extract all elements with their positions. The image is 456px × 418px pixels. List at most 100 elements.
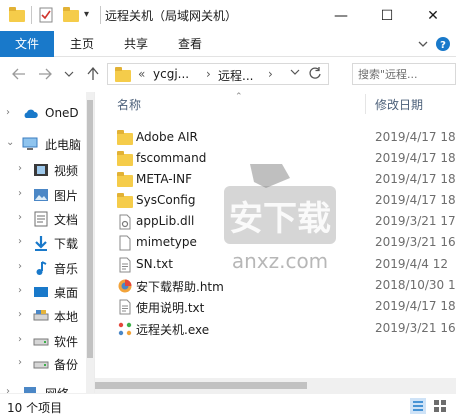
folder-icon[interactable]	[8, 6, 26, 24]
scrollbar-thumb[interactable]	[87, 100, 93, 358]
nav-item-pictures[interactable]: › 图片	[0, 184, 94, 206]
chevron-down-icon[interactable]: ⌄	[6, 137, 14, 148]
nav-item-local-disk[interactable]: › 本地	[0, 305, 94, 327]
file-row[interactable]: META-INF 2019/4/17 18	[95, 170, 456, 190]
file-row[interactable]: 安下载帮助.htm 2018/10/30 18	[95, 276, 456, 296]
chevron-right-icon[interactable]: ›	[18, 285, 22, 296]
tab-home[interactable]: 主页	[62, 31, 102, 57]
chevron-right-icon[interactable]: ›	[18, 163, 22, 174]
chevron-right-icon[interactable]: ›	[206, 67, 211, 81]
breadcrumb-item[interactable]: 远程...	[218, 67, 253, 84]
file-name: 安下载帮助.htm	[136, 280, 224, 294]
details-view-icon[interactable]	[410, 398, 426, 414]
large-icons-view-icon[interactable]	[432, 398, 448, 414]
drive-icon	[33, 308, 49, 324]
tab-view[interactable]: 查看	[170, 31, 210, 57]
nav-item-music[interactable]: › 音乐	[0, 257, 94, 279]
recent-locations-button[interactable]	[60, 65, 78, 83]
scrollbar-thumb[interactable]	[95, 382, 307, 389]
column-separator[interactable]	[365, 94, 366, 114]
nav-item-network[interactable]: › 网络	[0, 382, 94, 393]
nav-scrollbar[interactable]	[86, 92, 94, 393]
network-icon	[22, 385, 38, 393]
chevron-right-icon[interactable]: ›	[18, 236, 22, 247]
chevron-right-icon[interactable]: ›	[18, 212, 22, 223]
nav-item-desktop[interactable]: › 桌面	[0, 281, 94, 303]
column-header-date[interactable]: 修改日期	[375, 96, 423, 113]
back-button[interactable]	[10, 65, 28, 83]
file-list: ⌃ 名称 修改日期 Adobe AIR 2019/4/17 18 fscomma…	[95, 92, 456, 393]
svg-text:?: ?	[440, 40, 446, 51]
file-name: Adobe AIR	[136, 130, 198, 144]
nav-item-videos[interactable]: › 视频	[0, 159, 94, 181]
nav-item-backup-drive[interactable]: › 备份	[0, 353, 94, 375]
app-icon	[117, 321, 133, 337]
chevron-right-icon[interactable]: ›	[18, 188, 22, 199]
nav-item-this-pc[interactable]: ⌄ 此电脑	[0, 133, 94, 155]
search-box	[352, 63, 456, 85]
nav-item-label: 网络	[45, 385, 69, 393]
column-header-name[interactable]: 名称	[117, 96, 141, 113]
file-row[interactable]: SN.txt 2019/4/4 12	[95, 255, 456, 275]
file-date: 2019/3/21 16	[375, 235, 456, 249]
breadcrumb-item[interactable]: ycgj...	[153, 67, 189, 81]
download-icon	[33, 235, 49, 251]
tab-share[interactable]: 共享	[116, 31, 156, 57]
nav-item-onedrive[interactable]: › OneD	[0, 103, 94, 125]
nav-item-label: 文档	[54, 213, 79, 227]
music-icon	[33, 260, 49, 276]
file-row[interactable]: fscommand 2019/4/17 18	[95, 149, 456, 169]
nav-item-downloads[interactable]: › 下载	[0, 232, 94, 254]
chevron-right-icon[interactable]: ›	[6, 107, 10, 118]
up-button[interactable]	[84, 65, 102, 83]
address-dropdown-icon[interactable]	[290, 66, 300, 80]
breadcrumb-overflow[interactable]: «	[138, 67, 145, 81]
nav-item-label: 备份	[54, 358, 79, 372]
address-bar[interactable]: « ycgj... › 远程... ›	[107, 63, 329, 85]
help-icon[interactable]: ?	[434, 35, 452, 53]
minimize-button[interactable]: —	[318, 0, 364, 31]
file-row[interactable]: mimetype 2019/3/21 16	[95, 233, 456, 253]
maximize-button[interactable]: ☐	[364, 0, 410, 31]
close-button[interactable]: ✕	[410, 0, 456, 31]
file-name: appLib.dll	[136, 214, 195, 228]
sort-arrow-icon: ⌃	[235, 92, 243, 102]
properties-icon[interactable]	[38, 6, 54, 24]
refresh-icon[interactable]	[308, 66, 322, 83]
dll-icon	[117, 214, 133, 230]
folder-icon	[117, 172, 133, 188]
chevron-right-icon[interactable]: ›	[6, 386, 10, 393]
nav-item-label: 视频	[54, 164, 79, 178]
file-date: 2019/4/4 12	[375, 257, 448, 271]
file-row[interactable]: 使用说明.txt 2019/4/17 18	[95, 297, 456, 317]
file-date: 2018/10/30 18	[375, 278, 456, 292]
item-count: 10 个项目	[7, 401, 63, 415]
file-name: SN.txt	[136, 257, 173, 271]
title-bar: ▾ 远程关机（局域网关机） — ☐ ✕	[0, 0, 456, 31]
nav-item-label: 图片	[54, 189, 79, 203]
horizontal-scrollbar[interactable]	[95, 378, 456, 393]
chevron-right-icon[interactable]: ›	[18, 261, 22, 272]
chevron-right-icon[interactable]: ›	[18, 334, 22, 345]
nav-item-documents[interactable]: › 文档	[0, 208, 94, 230]
forward-button[interactable]	[36, 65, 54, 83]
separator	[100, 6, 101, 24]
search-input[interactable]	[353, 64, 433, 84]
file-row[interactable]: Adobe AIR 2019/4/17 18	[95, 128, 456, 148]
chevron-right-icon[interactable]: ›	[18, 357, 22, 368]
tab-file[interactable]: 文件	[0, 31, 54, 57]
chevron-right-icon[interactable]: ›	[18, 309, 22, 320]
file-row[interactable]: appLib.dll 2019/3/21 17	[95, 212, 456, 232]
browser-icon	[117, 278, 133, 294]
file-name: mimetype	[136, 235, 197, 249]
file-row[interactable]: 远程关机.exe 2019/3/21 16	[95, 319, 456, 339]
expand-ribbon-icon[interactable]	[414, 35, 432, 53]
new-folder-icon[interactable]	[62, 6, 80, 24]
chevron-right-icon[interactable]: ›	[268, 67, 273, 81]
separator	[31, 6, 32, 24]
status-bar: 10 个项目	[0, 393, 456, 418]
nav-item-label: 下载	[54, 237, 79, 251]
nav-item-software-drive[interactable]: › 软件	[0, 330, 94, 352]
customize-toolbar-icon[interactable]: ▾	[84, 6, 96, 24]
file-row[interactable]: SysConfig 2019/4/17 18	[95, 191, 456, 211]
